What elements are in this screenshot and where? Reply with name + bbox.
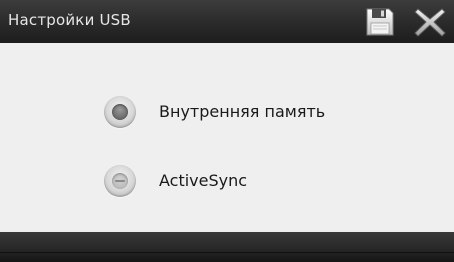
close-button[interactable] [411, 4, 449, 40]
usb-settings-window: Настройки USB Внутренняя память ActiveSy… [0, 0, 454, 262]
floppy-disk-icon [366, 8, 394, 36]
radio-button-selected[interactable] [104, 96, 136, 128]
usb-mode-panel: Внутренняя память ActiveSync [0, 43, 454, 232]
radio-dot-icon [112, 104, 128, 120]
option-label-internal-memory: Внутренняя память [159, 102, 326, 121]
close-x-icon [414, 8, 446, 37]
option-label-activesync: ActiveSync [159, 171, 248, 190]
save-button[interactable] [364, 6, 396, 38]
radio-button-unselected[interactable] [104, 165, 136, 197]
radio-dot-icon [112, 173, 128, 189]
window-title: Настройки USB [8, 11, 131, 29]
usb-option-internal-memory[interactable]: Внутренняя память [104, 96, 404, 128]
bottom-bar [0, 232, 454, 262]
title-bar: Настройки USB [0, 0, 454, 43]
usb-option-activesync[interactable]: ActiveSync [104, 165, 404, 197]
bottom-divider [0, 252, 454, 253]
